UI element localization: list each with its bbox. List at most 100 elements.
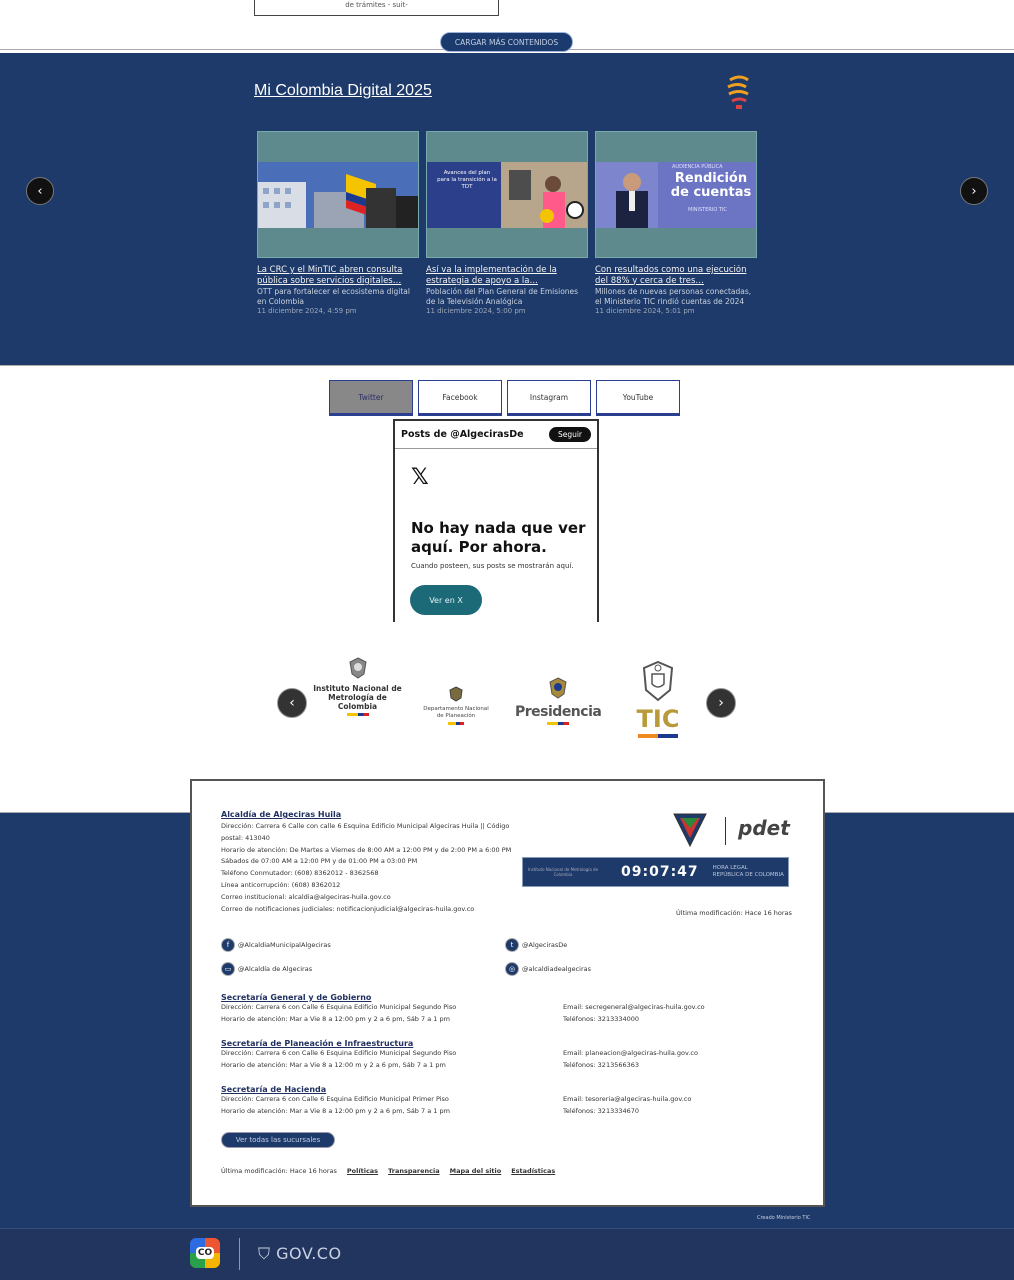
coat-of-arms-icon: [549, 677, 567, 699]
news-card-image: [257, 131, 419, 258]
office-address: Dirección: Carrera 6 con Calle 6 Esquina…: [221, 1049, 457, 1057]
legal-time-clock: Instituto Nacional de Metrología de Colo…: [522, 857, 789, 887]
entity-contact-block: Alcaldía de Algeciras Huila Dirección: C…: [221, 810, 531, 915]
tab-facebook[interactable]: Facebook: [418, 380, 502, 416]
coat-of-arms-icon: [348, 657, 367, 679]
news-card-date: 11 diciembre 2024, 4:59 pm: [257, 307, 357, 315]
instagram-icon: ◎: [505, 962, 519, 976]
previous-card-text: de trámites - suit-: [345, 1, 408, 9]
entity-address: Dirección: Carrera 6 Calle con calle 6 E…: [221, 822, 510, 842]
news-card-date: 11 diciembre 2024, 5:01 pm: [595, 307, 695, 315]
office-phone: Teléfonos: 3213334000: [563, 1014, 640, 1023]
tab-instagram[interactable]: Instagram: [507, 380, 591, 416]
gov-co-text: GOV.CO: [276, 1244, 342, 1263]
x-timeline-header: Posts de @AlgecirasDe Seguir: [395, 421, 597, 449]
partners-prev-button[interactable]: ‹: [277, 688, 307, 718]
office-email[interactable]: Email: tesoreria@algeciras-huila.gov.co: [563, 1094, 781, 1106]
flag-stripe: [547, 722, 569, 725]
inm-logo-text: Instituto Nacional de Metrología de Colo…: [313, 684, 402, 711]
coat-of-arms-icon: [642, 660, 674, 702]
co-logo-text: CO: [195, 1247, 215, 1259]
logo-separator: [725, 817, 726, 845]
news-card-image-title-line: de cuentas: [670, 185, 752, 200]
policies-link[interactable]: Políticas: [347, 1167, 378, 1175]
social-link-twitter[interactable]: t @AlgecirasDe: [505, 938, 567, 952]
flag-stripe: [448, 722, 464, 725]
gov-co-logo[interactable]: ⛉ GOV.CO: [258, 1244, 342, 1264]
chevron-left-icon: ‹: [289, 695, 295, 711]
social-link-instagram[interactable]: ◎ @alcaldiadealgeciras: [505, 962, 591, 976]
entity-judicial-email[interactable]: Correo de notificaciones judiciales: not…: [221, 904, 531, 916]
last-modified: Última modificación: Hace 16 horas: [221, 1167, 337, 1175]
news-card-title[interactable]: Con resultados como una ejecución del 88…: [595, 265, 757, 286]
news-card[interactable]: AUDIENCIA PÚBLICA Rendición de cuentas M…: [595, 131, 757, 321]
clock-legal-line: HORA LEGAL: [712, 865, 748, 871]
tic-logo[interactable]: TIC: [634, 660, 682, 738]
entity-phone: Teléfono Conmutador: (608) 8362012 - 836…: [221, 869, 379, 878]
entity-anticorruption: Línea anticorrupción: (608) 8362012: [221, 880, 341, 889]
office-email[interactable]: Email: planeacion@algeciras-huila.gov.co: [563, 1048, 781, 1060]
view-on-x-button[interactable]: Ver en X: [410, 585, 482, 615]
all-branches-button[interactable]: Ver todas las sucursales: [221, 1132, 335, 1148]
youtube-icon: ▭: [221, 962, 235, 976]
news-card-image: Avances del plan para la transición a la…: [426, 131, 588, 258]
footer-links: Última modificación: Hace 16 horas Polít…: [221, 1167, 555, 1175]
chevron-right-icon: ›: [718, 695, 724, 711]
last-modified: Última modificación: Hace 16 horas: [676, 909, 792, 917]
news-card-description: Población del Plan General de Emisiones …: [426, 287, 579, 306]
news-card-description: Millones de nuevas personas conectadas, …: [595, 287, 752, 306]
transparency-link[interactable]: Transparencia: [388, 1167, 440, 1175]
chevron-right-icon: ›: [971, 183, 977, 199]
office-email[interactable]: Email: secregeneral@algeciras-huila.gov.…: [563, 1002, 781, 1014]
office-block: Secretaría de Hacienda Dirección: Carrer…: [221, 1085, 781, 1118]
gov-co-bar: [0, 1228, 1014, 1280]
social-link-youtube[interactable]: ▭ @Alcaldía de Algeciras: [221, 962, 312, 976]
news-card[interactable]: La CRC y el MinTIC abren consulta públic…: [257, 131, 419, 321]
office-title: Secretaría de Hacienda: [221, 1085, 327, 1094]
previous-content-card[interactable]: de trámites - suit-: [254, 0, 499, 16]
gov-separator: [239, 1238, 240, 1270]
partners-next-button[interactable]: ›: [706, 688, 736, 718]
social-link-facebook[interactable]: f @AlcaldiaMunicipalAlgeciras: [221, 938, 331, 952]
news-next-button[interactable]: ›: [960, 177, 988, 205]
news-card-title[interactable]: La CRC y el MinTIC abren consulta públic…: [257, 265, 419, 286]
co-logo[interactable]: CO: [190, 1238, 220, 1268]
news-section-title[interactable]: Mi Colombia Digital 2025: [254, 82, 432, 100]
tab-twitter[interactable]: Twitter: [329, 380, 413, 416]
news-card-image-subtitle: MINISTERIO TIC: [688, 207, 727, 213]
news-card-title[interactable]: Así va la implementación de la estrategi…: [426, 265, 588, 286]
news-card-image: AUDIENCIA PÚBLICA Rendición de cuentas M…: [595, 131, 757, 258]
office-block: Secretaría de Planeación e Infraestructu…: [221, 1039, 781, 1072]
office-address: Dirección: Carrera 6 con Calle 6 Esquina…: [221, 1095, 449, 1103]
tic-logo-text: TIC: [636, 705, 680, 733]
clock-legal-line: REPÚBLICA DE COLOMBIA: [712, 872, 784, 878]
load-more-button[interactable]: CARGAR MÁS CONTENIDOS: [440, 32, 573, 52]
clock-legal-label: HORA LEGAL REPÚBLICA DE COLOMBIA: [713, 865, 784, 879]
office-hours: Horario de atención: Mar a Vie 8 a 12:00…: [221, 1060, 446, 1069]
statistics-link[interactable]: Estadísticas: [511, 1167, 555, 1175]
entity-hours: Horario de atención: De Martes a Viernes…: [221, 845, 512, 854]
inm-logo[interactable]: Instituto Nacional de Metrología de Colo…: [310, 656, 405, 716]
social-handle: @AlgecirasDe: [522, 941, 568, 949]
follow-button[interactable]: Seguir: [548, 427, 591, 442]
entity-email[interactable]: Correo institucional: alcaldia@algeciras…: [221, 892, 531, 904]
tab-youtube[interactable]: YouTube: [596, 380, 680, 416]
sitemap-link[interactable]: Mapa del sitio: [450, 1167, 502, 1175]
social-handle: @alcaldiadealgeciras: [522, 965, 592, 973]
entity-name: Alcaldía de Algeciras Huila: [221, 810, 342, 819]
social-handle: @Alcaldía de Algeciras: [238, 965, 313, 973]
presidencia-logo[interactable]: Presidencia: [515, 676, 602, 725]
dnp-logo[interactable]: Departamento Nacional de Planeación: [420, 686, 492, 725]
chevron-left-icon: ‹: [37, 183, 43, 199]
news-prev-button[interactable]: ‹: [26, 177, 54, 205]
clock-institution: Instituto Nacional de Metrología de Colo…: [527, 867, 599, 877]
news-card[interactable]: Avances del plan para la transición a la…: [426, 131, 588, 321]
shield-icon: ⛉: [258, 1244, 271, 1263]
coat-of-arms-icon: [449, 686, 463, 702]
clock-time: 09:07:47: [621, 864, 699, 880]
news-card-date: 11 diciembre 2024, 5:00 pm: [426, 307, 526, 315]
office-block: Secretaría General y de Gobierno Direcci…: [221, 993, 781, 1026]
x-timeline-title: Posts de @AlgecirasDe: [401, 429, 524, 440]
office-phone: Teléfonos: 3213566363: [563, 1060, 640, 1069]
twitter-icon: t: [505, 938, 519, 952]
